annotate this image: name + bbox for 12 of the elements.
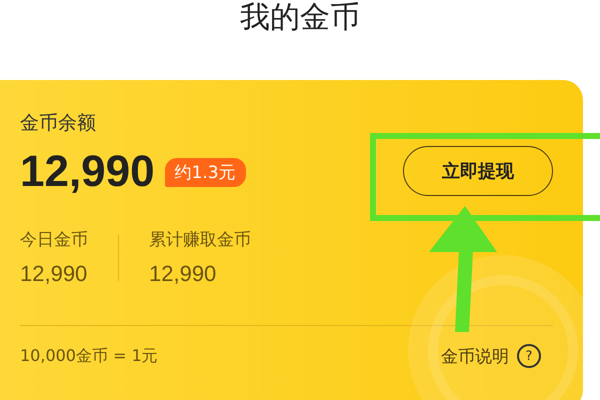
cash-value-badge: 约1.3元 [164,158,246,186]
coin-info-link[interactable]: 金币说明 [441,344,509,368]
stat-label: 今日金币 [20,229,88,251]
stat-value: 12,990 [20,261,88,287]
withdraw-button[interactable]: 立即提现 [403,146,553,196]
help-icon[interactable]: ? [517,344,541,368]
balance-amount: 12,990 [20,146,155,198]
exchange-rate-text: 10,000金币 = 1元 [20,346,158,366]
page-title: 我的金币 [240,0,360,36]
stat-value: 12,990 [149,261,218,287]
balance-label: 金币余额 [20,111,97,136]
stat-label: 累计赚取金币 [149,229,251,251]
